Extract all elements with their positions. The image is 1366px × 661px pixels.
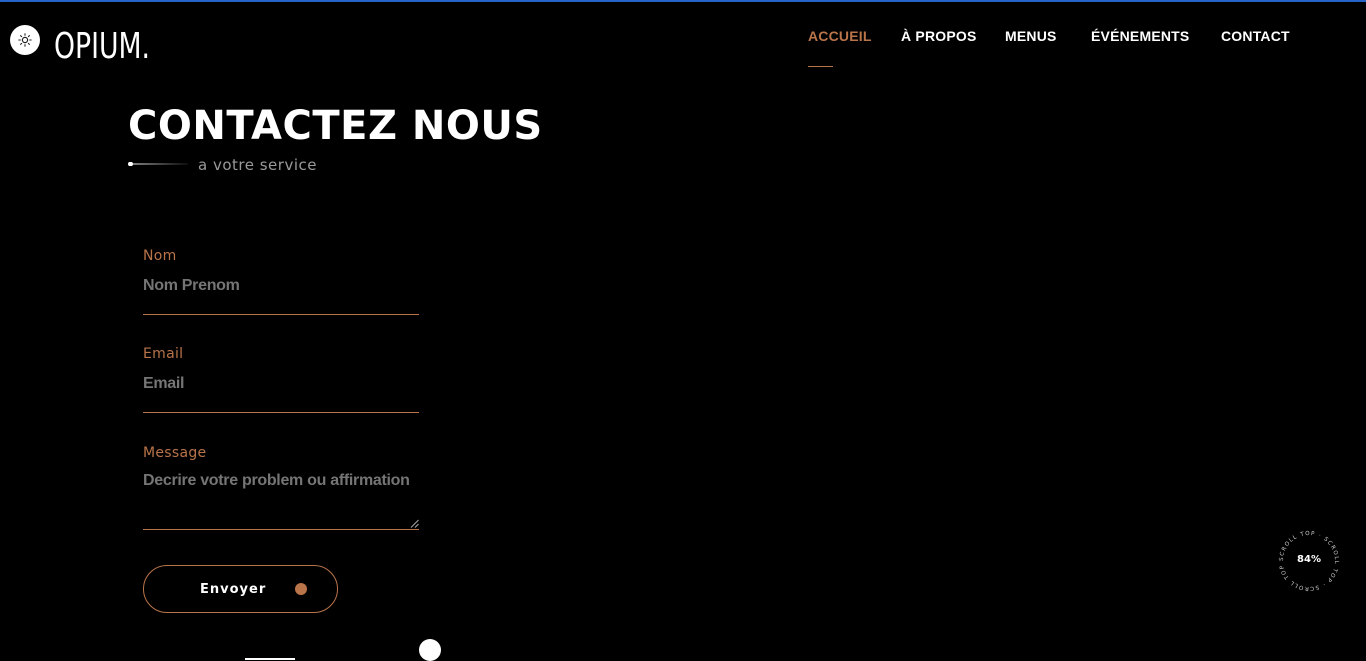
resize-handle-icon[interactable] bbox=[410, 519, 419, 528]
scroll-progress-percent: 84% bbox=[1297, 554, 1321, 565]
message-label: Message bbox=[143, 445, 207, 461]
nav-item-accueil[interactable]: ACCUEIL bbox=[808, 28, 872, 44]
dot-icon bbox=[295, 583, 307, 595]
name-input[interactable] bbox=[143, 275, 419, 297]
nav-item-contact[interactable]: CONTACT bbox=[1221, 28, 1290, 44]
active-nav-underline bbox=[808, 66, 833, 67]
page-subtitle: a votre service bbox=[198, 156, 317, 174]
nav-item-menus[interactable]: MENUS bbox=[1005, 28, 1057, 44]
email-field-underline bbox=[143, 412, 419, 413]
subtitle-decoration-line bbox=[128, 162, 188, 166]
nav-item-a-propos[interactable]: À PROPOS bbox=[901, 28, 977, 44]
page-title: CONTACTEZ NOUS bbox=[128, 103, 543, 149]
email-label: Email bbox=[143, 346, 184, 362]
email-input[interactable] bbox=[143, 373, 419, 395]
nav-item-evenements[interactable]: ÉVÉNEMENTS bbox=[1091, 28, 1189, 44]
name-label: Nom bbox=[143, 248, 177, 264]
custom-cursor-dot bbox=[419, 639, 441, 661]
name-field-underline bbox=[143, 314, 419, 315]
send-button-label: Envoyer bbox=[200, 582, 267, 597]
top-accent-bar bbox=[0, 0, 1366, 2]
message-field-underline bbox=[143, 529, 419, 530]
main-navigation: ACCUEIL À PROPOS MENUS ÉVÉNEMENTS CONTAC… bbox=[0, 28, 1366, 68]
send-button[interactable]: Envoyer bbox=[143, 565, 338, 613]
message-textarea[interactable] bbox=[143, 472, 419, 524]
scroll-top-button[interactable]: SCROLL TOP · SCROLL TOP · SCROLL TOP · 8… bbox=[1275, 524, 1342, 594]
